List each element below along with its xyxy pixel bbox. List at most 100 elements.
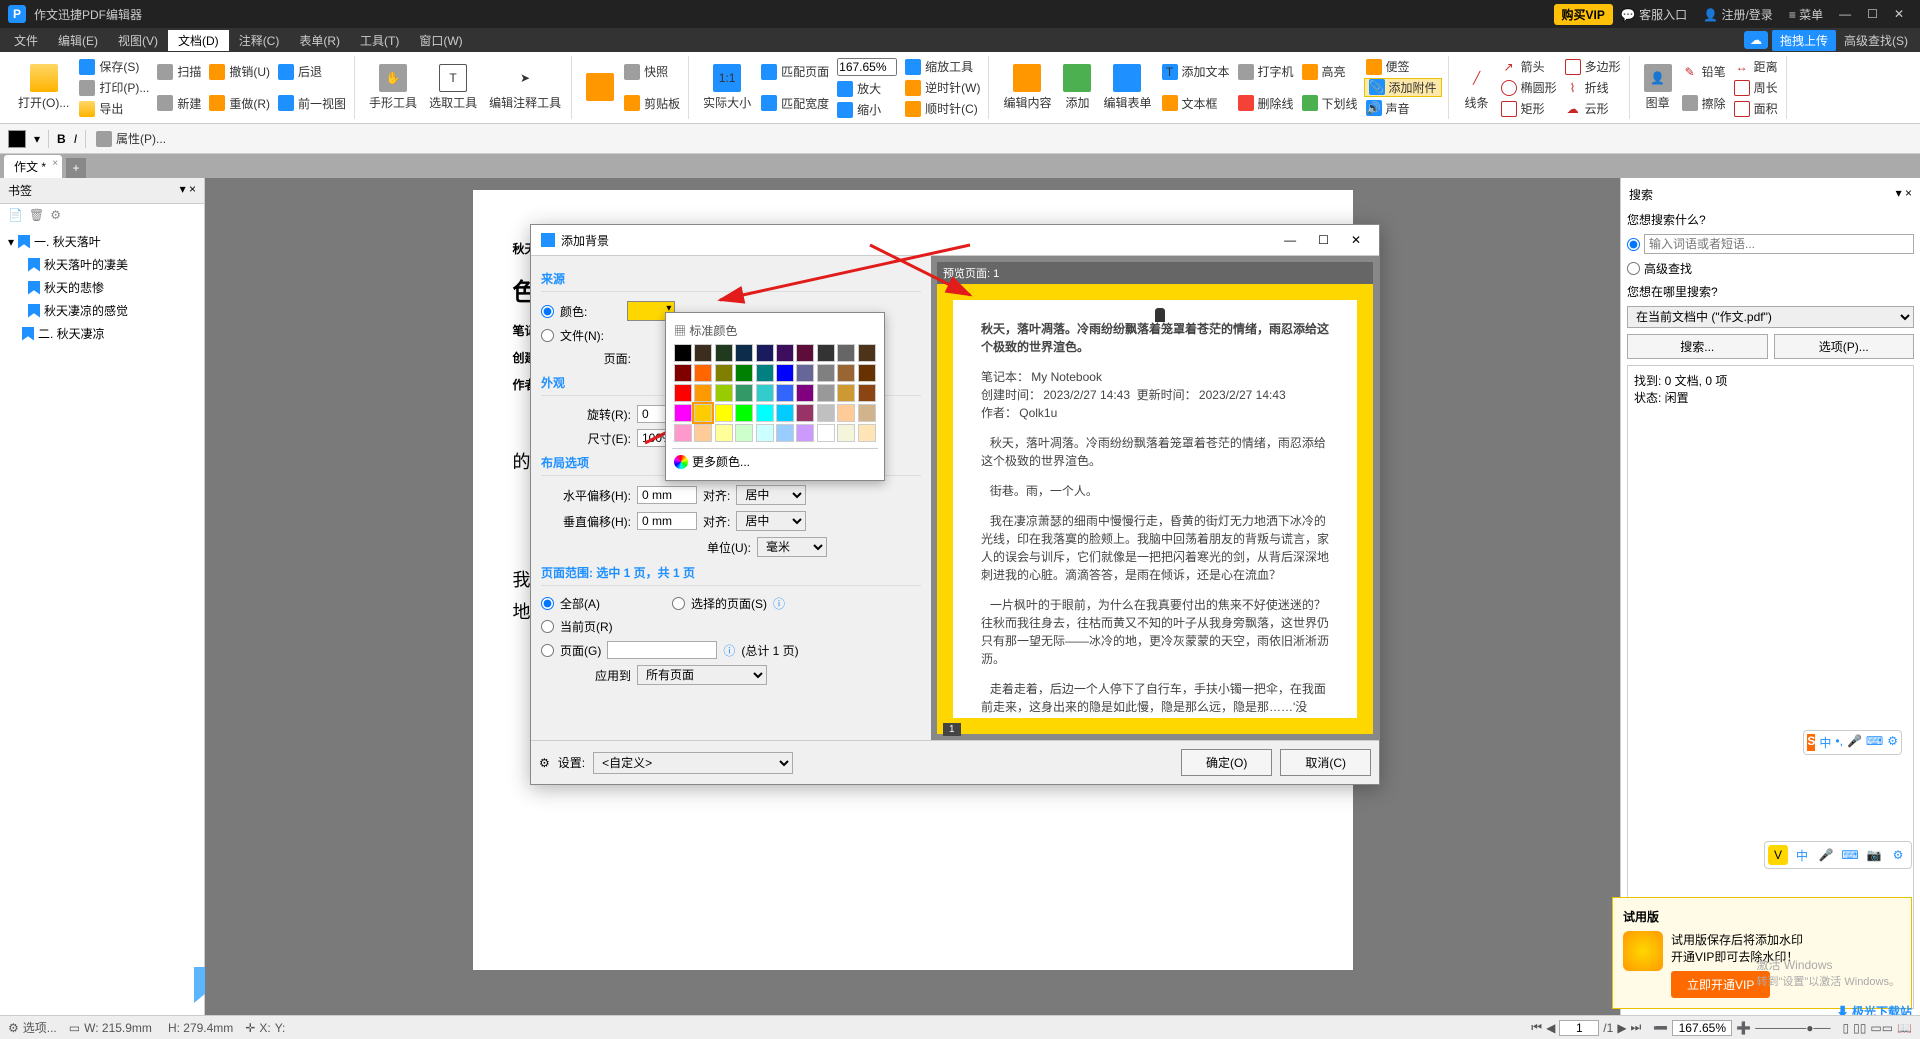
add-text-button[interactable]: T添加文本 <box>1160 61 1232 82</box>
edit-comment-button[interactable]: ➤编辑注释工具 <box>485 56 565 119</box>
textbox-button[interactable]: 文本框 <box>1160 93 1232 114</box>
open-vip-button[interactable]: 立即开通VIP <box>1671 971 1770 998</box>
support-button[interactable]: 💬 客服入口 <box>1613 4 1695 25</box>
layout-continuous-icon[interactable]: ▯▯ <box>1853 1021 1866 1035</box>
more-colors-button[interactable]: 更多颜色... <box>672 448 878 474</box>
bm-delete-icon[interactable]: 🗑 <box>29 208 44 222</box>
menu-edit[interactable]: 编辑(E) <box>48 30 108 51</box>
snapshot-button[interactable]: 快照 <box>622 61 682 82</box>
color-swatch[interactable] <box>817 404 835 422</box>
color-swatch[interactable] <box>776 364 794 382</box>
rotate-ccw-button[interactable]: 逆时针(W) <box>903 77 982 98</box>
valign-select[interactable]: 居中 <box>736 511 806 531</box>
color-swatch[interactable] <box>817 364 835 382</box>
last-page-button[interactable]: ⏭ <box>1631 1020 1642 1035</box>
voff-input[interactable] <box>637 512 697 530</box>
menu-window[interactable]: 窗口(W) <box>409 30 472 51</box>
save-button[interactable]: 保存(S) <box>77 56 151 77</box>
menu-file[interactable]: 文件 <box>4 30 48 51</box>
cloud-shape-button[interactable]: ☁云形 <box>1563 98 1623 119</box>
info-icon[interactable]: ⓘ <box>773 595 785 612</box>
menu-comment[interactable]: 注释(C) <box>229 30 290 51</box>
options-label[interactable]: 选项... <box>23 1019 57 1036</box>
color-swatch[interactable] <box>796 344 814 362</box>
line-button[interactable]: ╱线条 <box>1459 56 1495 119</box>
bookmark-node[interactable]: 二. 秋天凄凉 <box>4 322 200 345</box>
strikethrough-button[interactable]: 删除线 <box>1236 93 1296 114</box>
dropdown-caret-icon[interactable]: ▾ <box>34 132 40 146</box>
color-swatch[interactable] <box>796 424 814 442</box>
bookmark-node[interactable]: ▾一. 秋天落叶 <box>4 230 200 253</box>
color-swatch[interactable] <box>694 404 712 422</box>
range-pages-radio[interactable] <box>541 644 554 657</box>
settings-preset-select[interactable]: <自定义> <box>593 752 793 774</box>
italic-button[interactable]: I <box>74 132 77 146</box>
color-swatch[interactable] <box>694 424 712 442</box>
color-swatch[interactable] <box>776 404 794 422</box>
zoom-in-btn[interactable]: ➕ <box>1736 1021 1751 1035</box>
hoff-input[interactable] <box>637 486 697 504</box>
range-all-radio[interactable] <box>541 597 554 610</box>
expand-icon[interactable]: ▾ <box>8 235 14 249</box>
fit-page-button[interactable]: 匹配页面 <box>759 61 831 82</box>
zoom-combo[interactable] <box>835 56 899 78</box>
advanced-search-button[interactable]: 高级查找(S) <box>1836 30 1916 51</box>
ime-keyboard-icon[interactable]: ⌨ <box>1866 734 1883 751</box>
search-input[interactable] <box>1644 234 1914 254</box>
cancel-button[interactable]: 取消(C) <box>1280 749 1371 776</box>
page-input[interactable] <box>1559 1020 1599 1036</box>
ime-settings-icon[interactable]: ⚙ <box>1887 734 1898 751</box>
panel-options-icon[interactable]: ▾ <box>180 182 186 196</box>
float-keyboard-icon[interactable]: ⌨ <box>1840 845 1860 865</box>
color-swatch[interactable] <box>837 364 855 382</box>
clipboard-button[interactable]: 剪贴板 <box>622 93 682 114</box>
first-page-button[interactable]: ⏮ <box>1531 1020 1542 1035</box>
menu-tools[interactable]: 工具(T) <box>350 30 409 51</box>
drag-upload-button[interactable]: 拖拽上传 <box>1772 30 1836 51</box>
ime-logo-icon[interactable]: S <box>1807 734 1815 751</box>
file-radio[interactable] <box>541 329 554 342</box>
color-swatch[interactable] <box>817 424 835 442</box>
color-swatch[interactable] <box>796 364 814 382</box>
ime-mic-icon[interactable]: 🎤 <box>1847 734 1862 751</box>
settings-gear-icon[interactable]: ⚙ <box>539 756 550 770</box>
hand-tool-button[interactable]: ✋手形工具 <box>365 56 421 119</box>
edit-content-button[interactable]: 编辑内容 <box>999 56 1055 119</box>
color-swatch[interactable] <box>858 424 876 442</box>
audio-button[interactable]: 🔊声音 <box>1364 98 1442 119</box>
zoom-tool-button[interactable]: 缩放工具 <box>903 56 982 77</box>
scan-button[interactable]: 扫描 <box>155 61 203 82</box>
color-swatch[interactable] <box>858 384 876 402</box>
color-swatch[interactable] <box>735 384 753 402</box>
fit-width-button[interactable]: 匹配宽度 <box>759 93 831 114</box>
color-swatch[interactable] <box>694 384 712 402</box>
color-swatch[interactable] <box>674 384 692 402</box>
menu-form[interactable]: 表单(R) <box>289 30 350 51</box>
dialog-maximize-button[interactable]: ☐ <box>1310 231 1337 249</box>
color-swatch[interactable] <box>715 364 733 382</box>
color-swatch[interactable] <box>756 384 774 402</box>
status-zoom-input[interactable] <box>1672 1020 1732 1036</box>
color-swatch[interactable] <box>796 384 814 402</box>
color-swatch[interactable] <box>715 424 733 442</box>
print-button[interactable]: 打印(P)... <box>77 77 151 98</box>
color-swatch[interactable] <box>715 384 733 402</box>
color-swatch[interactable] <box>756 344 774 362</box>
layout-single-icon[interactable]: ▯ <box>1843 1021 1850 1035</box>
typewriter-button[interactable]: 打字机 <box>1236 61 1296 82</box>
distance-button[interactable]: ↔距离 <box>1732 56 1780 77</box>
comment-tool-button[interactable] <box>582 56 618 119</box>
eraser-button[interactable]: 擦除 <box>1680 93 1728 114</box>
maximize-button[interactable]: ☐ <box>1859 5 1886 23</box>
color-swatch[interactable] <box>674 404 692 422</box>
color-swatch[interactable] <box>715 344 733 362</box>
color-swatch[interactable] <box>817 344 835 362</box>
halign-select[interactable]: 居中 <box>736 485 806 505</box>
color-swatch[interactable] <box>735 404 753 422</box>
color-swatch[interactable] <box>8 130 26 148</box>
unit-select[interactable]: 毫米 <box>757 537 827 557</box>
menu-document[interactable]: 文档(D) <box>168 30 229 51</box>
bold-button[interactable]: B <box>57 132 66 146</box>
login-button[interactable]: 👤 注册/登录 <box>1695 4 1781 25</box>
color-swatch[interactable] <box>756 424 774 442</box>
